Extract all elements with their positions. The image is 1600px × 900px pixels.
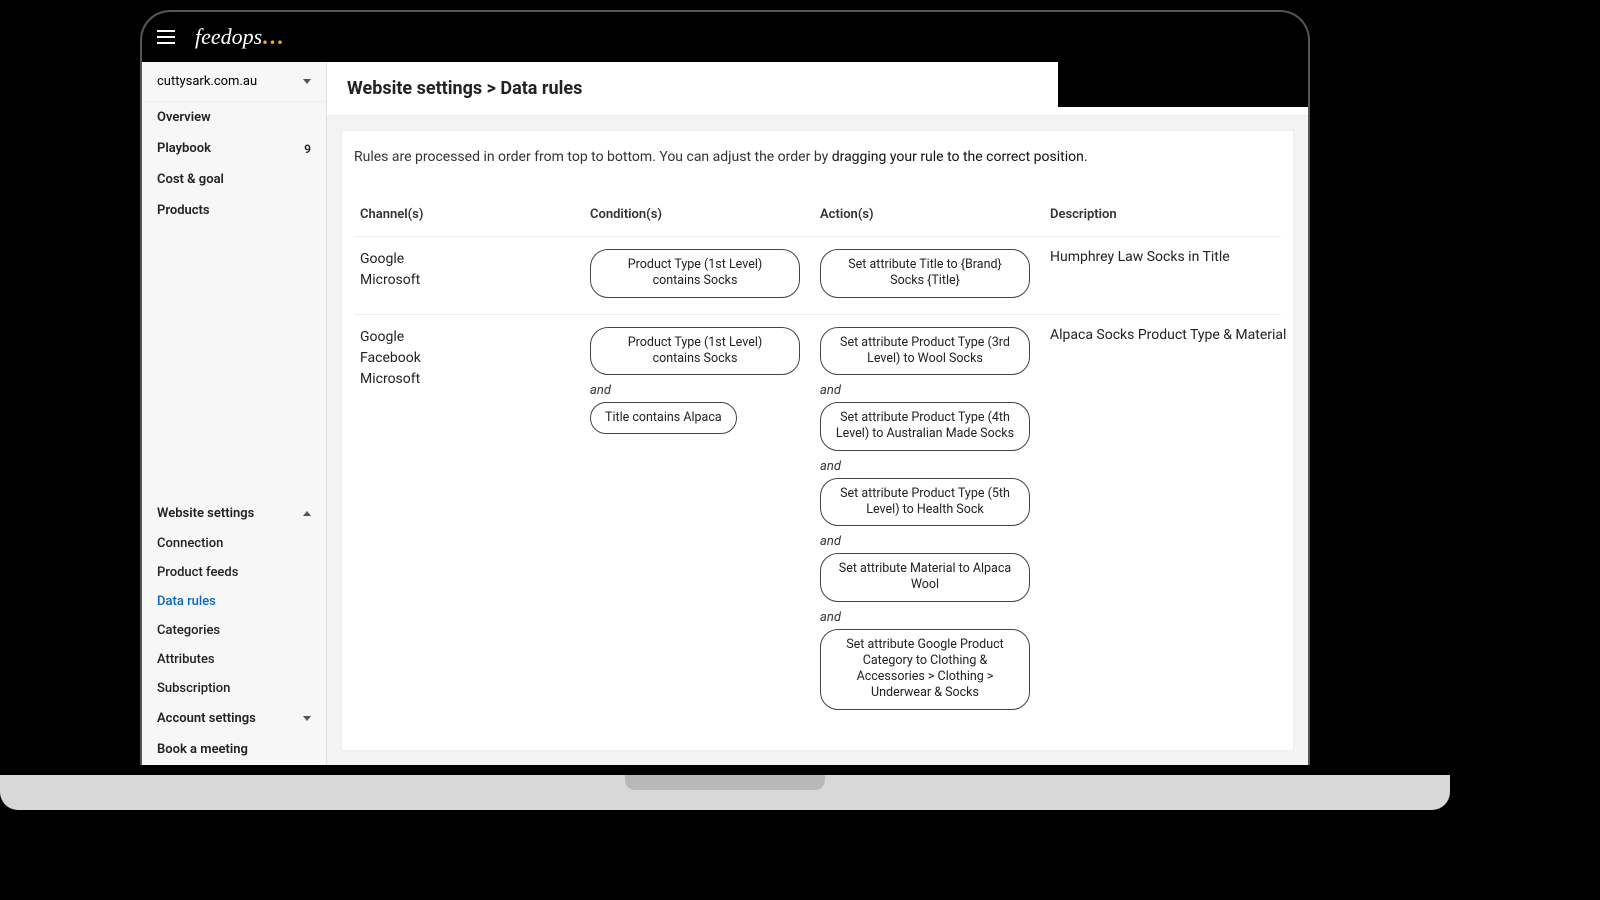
sidebar-item-label: Website settings (157, 506, 254, 521)
action-pill[interactable]: Set attribute Product Type (5th Level) t… (820, 478, 1030, 527)
site-selector-label: cuttysark.com.au (157, 74, 257, 89)
site-selector[interactable]: cuttysark.com.au (142, 62, 326, 102)
channel-name: Facebook (360, 348, 578, 369)
sidebar-item-subscription[interactable]: Subscription (142, 674, 326, 703)
menu-icon[interactable] (157, 30, 175, 44)
action-pill[interactable]: Set attribute Product Type (3rd Level) t… (820, 327, 1030, 376)
action-pill[interactable]: Set attribute Product Type (4th Level) t… (820, 402, 1030, 451)
sidebar-item-label: Connection (157, 536, 223, 551)
info-part2: dragging your rule to the correct positi… (832, 149, 1088, 165)
join-and: and (820, 606, 1038, 629)
join-and: and (590, 379, 808, 402)
join-and: and (820, 455, 1038, 478)
condition-pill[interactable]: Product Type (1st Level) contains Socks (590, 327, 800, 376)
laptop-screen: feedops... cuttysark.com.au Overview Play… (140, 10, 1310, 765)
table-header-row: Channel(s) Condition(s) Action(s) Descri… (354, 199, 1281, 237)
channel-name: Microsoft (360, 270, 578, 291)
action-pill[interactable]: Set attribute Material to Alpaca Wool (820, 553, 1030, 602)
table-row[interactable]: GoogleMicrosoftProduct Type (1st Level) … (354, 237, 1281, 315)
header-description: Description (1044, 199, 1281, 237)
header-actions: Action(s) (814, 199, 1044, 237)
sidebar-item-label: Categories (157, 623, 220, 638)
nav-spacer (142, 226, 326, 498)
brand-name: feedops (195, 24, 262, 50)
action-pill[interactable]: Set attribute Google Product Category to… (820, 629, 1030, 710)
sidebar-item-label: Subscription (157, 681, 230, 696)
table-row[interactable]: GoogleFacebookMicrosoftProduct Type (1st… (354, 314, 1281, 726)
info-message: Rules are processed in order from top to… (354, 149, 1281, 165)
chevron-up-icon (303, 511, 311, 516)
topbar-right-mask (1058, 12, 1308, 107)
sidebar-item-products[interactable]: Products (142, 195, 326, 226)
sidebar-item-costgoal[interactable]: Cost & goal (142, 164, 326, 195)
sidebar-item-overview[interactable]: Overview (142, 102, 326, 133)
condition-pill[interactable]: Title contains Alpaca (590, 402, 737, 434)
brand-dots: ... (262, 24, 285, 50)
chevron-down-icon (303, 716, 311, 721)
sidebar-item-attributes[interactable]: Attributes (142, 645, 326, 674)
laptop-notch (625, 775, 825, 790)
laptop-frame: feedops... cuttysark.com.au Overview Play… (130, 0, 1320, 775)
sidebar-item-label: Playbook (157, 141, 211, 156)
laptop-base (0, 775, 1450, 810)
sidebar-item-label: Account settings (157, 711, 256, 726)
sidebar-item-badge: 9 (304, 142, 311, 156)
sidebar-item-label: Overview (157, 110, 211, 125)
app-window: feedops... cuttysark.com.au Overview Play… (142, 12, 1308, 765)
join-and: and (820, 379, 1038, 402)
main-area: Website settings > Data rules Rules are … (327, 62, 1308, 765)
sidebar-item-label: Cost & goal (157, 172, 224, 187)
sidebar-item-book[interactable]: Book a meeting (142, 734, 326, 765)
condition-pill[interactable]: Product Type (1st Level) contains Socks (590, 249, 800, 298)
conditions-cell: Product Type (1st Level) contains Socks a… (584, 314, 814, 726)
sidebar-item-label: Data rules (157, 594, 216, 609)
sidebar-item-pfeeds[interactable]: Product feeds (142, 558, 326, 587)
app-body: cuttysark.com.au Overview Playbook 9 Cost &… (142, 62, 1308, 765)
chevron-down-icon (303, 79, 311, 84)
nav-bottom: Website settings Connection Product feeds D… (142, 498, 326, 765)
info-part1: Rules are processed in order from top to… (354, 149, 832, 165)
content-area: Rules are processed in order from top to… (327, 116, 1308, 765)
action-pill[interactable]: Set attribute Title to {Brand} Socks {Ti… (820, 249, 1030, 298)
content-card: Rules are processed in order from top to… (341, 130, 1294, 751)
channels-cell: GoogleMicrosoft (354, 237, 584, 315)
conditions-cell: Product Type (1st Level) contains Socks (584, 237, 814, 315)
channel-name: Google (360, 249, 578, 270)
nav-top: Overview Playbook 9 Cost & goal Products (142, 102, 326, 226)
sidebar-item-label: Products (157, 203, 210, 218)
sidebar-item-acct[interactable]: Account settings (142, 703, 326, 734)
sidebar-item-ws[interactable]: Website settings (142, 498, 326, 529)
sidebar-item-label: Product feeds (157, 565, 238, 580)
channel-name: Google (360, 327, 578, 348)
join-and: and (820, 530, 1038, 553)
channels-cell: GoogleFacebookMicrosoft (354, 314, 584, 726)
actions-cell: Set attribute Title to {Brand} Socks {Ti… (814, 237, 1044, 315)
description-cell: Humphrey Law Socks in Title (1044, 237, 1281, 315)
channel-name: Microsoft (360, 369, 578, 390)
actions-cell: Set attribute Product Type (3rd Level) t… (814, 314, 1044, 726)
sidebar-item-label: Book a meeting (157, 742, 248, 757)
header-channels: Channel(s) (354, 199, 584, 237)
brand-logo[interactable]: feedops... (195, 24, 285, 50)
sidebar-item-connection[interactable]: Connection (142, 529, 326, 558)
description-cell: Alpaca Socks Product Type & Material (1044, 314, 1281, 726)
sidebar-item-playbook[interactable]: Playbook 9 (142, 133, 326, 164)
header-conditions: Condition(s) (584, 199, 814, 237)
sidebar-item-label: Attributes (157, 652, 215, 667)
sidebar-item-drules[interactable]: Data rules (142, 587, 326, 616)
sidebar-item-categories[interactable]: Categories (142, 616, 326, 645)
sidebar: cuttysark.com.au Overview Playbook 9 Cost &… (142, 62, 327, 765)
rules-table: Channel(s) Condition(s) Action(s) Descri… (354, 199, 1281, 726)
